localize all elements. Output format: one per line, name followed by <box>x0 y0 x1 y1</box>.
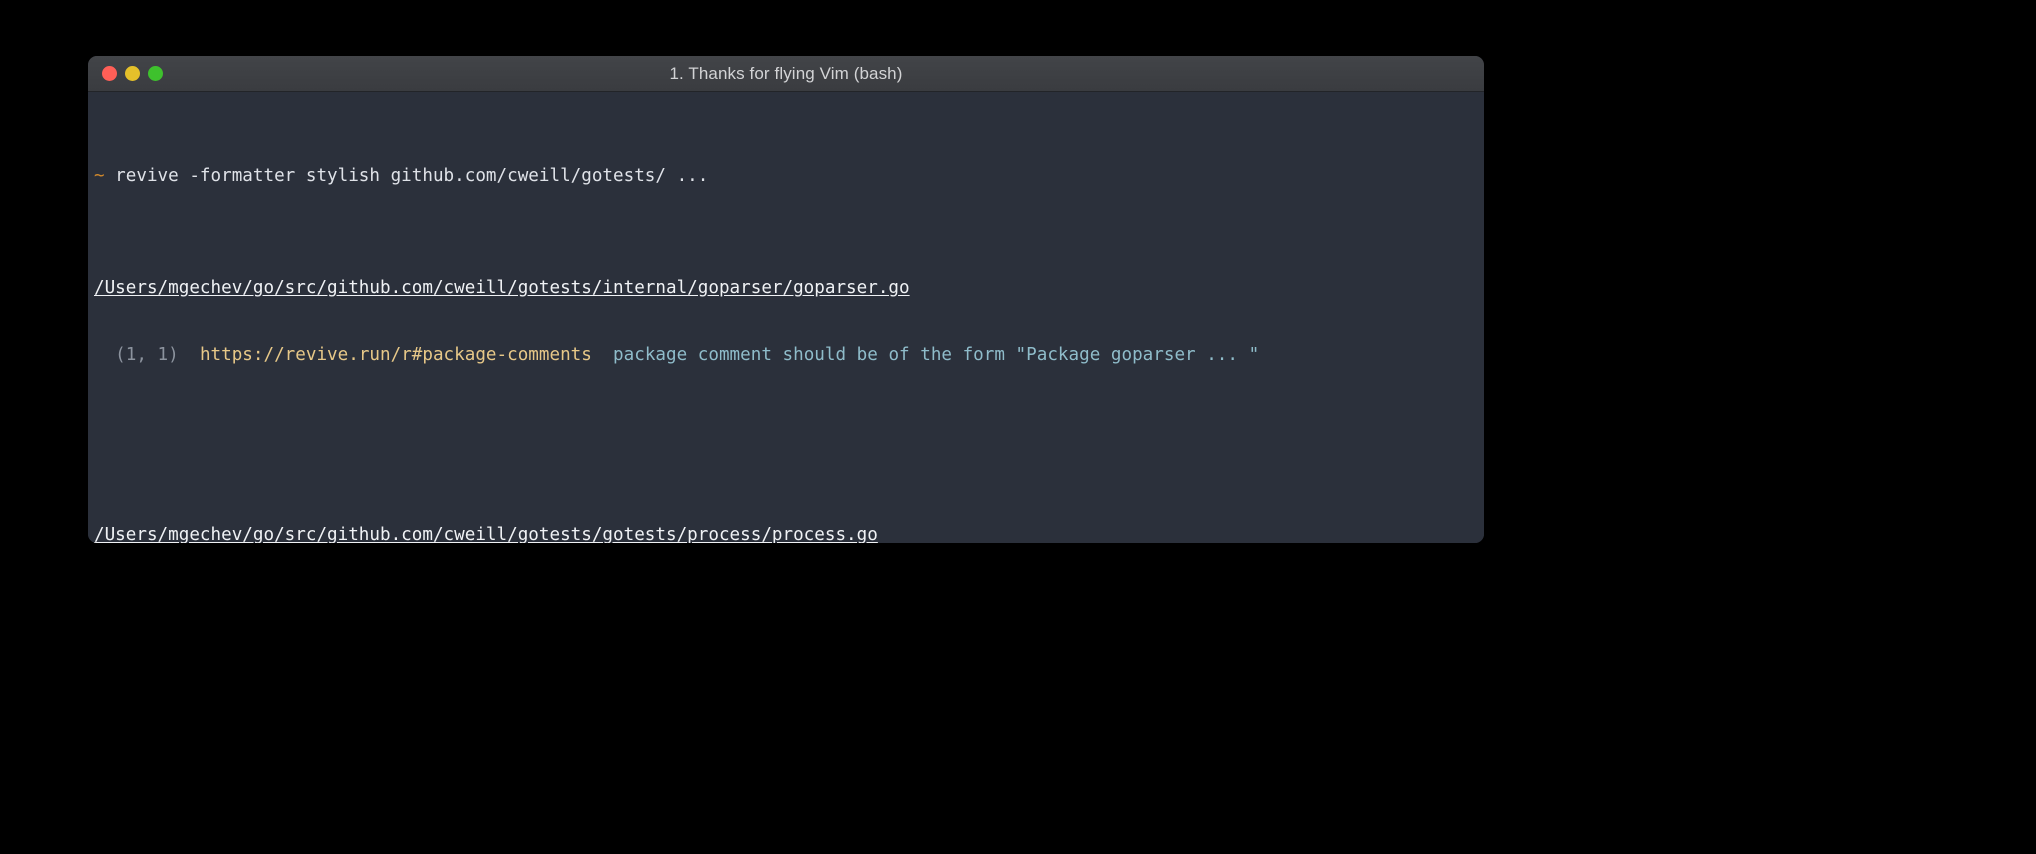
close-button[interactable] <box>102 66 117 81</box>
title-bar[interactable]: 1. Thanks for flying Vim (bash) <box>88 56 1484 92</box>
shell-prompt: ~ <box>94 166 105 187</box>
command-line: ~ revive -formatter stylish github.com/c… <box>94 165 1484 187</box>
window-controls <box>88 66 163 81</box>
minimize-button[interactable] <box>125 66 140 81</box>
file-path[interactable]: /Users/mgechev/go/src/github.com/cweill/… <box>94 277 1484 299</box>
window-title: 1. Thanks for flying Vim (bash) <box>669 63 903 83</box>
command-text: revive -formatter stylish github.com/cwe… <box>104 166 709 187</box>
issue-row: (1, 1) https://revive.run/r#package-comm… <box>94 344 1484 366</box>
issue-message: package comment should be of the form "P… <box>591 345 1260 366</box>
terminal-output[interactable]: ~ revive -formatter stylish github.com/c… <box>88 92 1484 543</box>
issue-position: (1, 1) <box>94 345 200 366</box>
maximize-button[interactable] <box>148 66 163 81</box>
terminal-window[interactable]: 1. Thanks for flying Vim (bash) ~ revive… <box>88 56 1484 543</box>
rule-url-link[interactable]: https://revive.run/r#package-comments <box>200 345 592 365</box>
file-path[interactable]: /Users/mgechev/go/src/github.com/cweill/… <box>94 524 1484 543</box>
